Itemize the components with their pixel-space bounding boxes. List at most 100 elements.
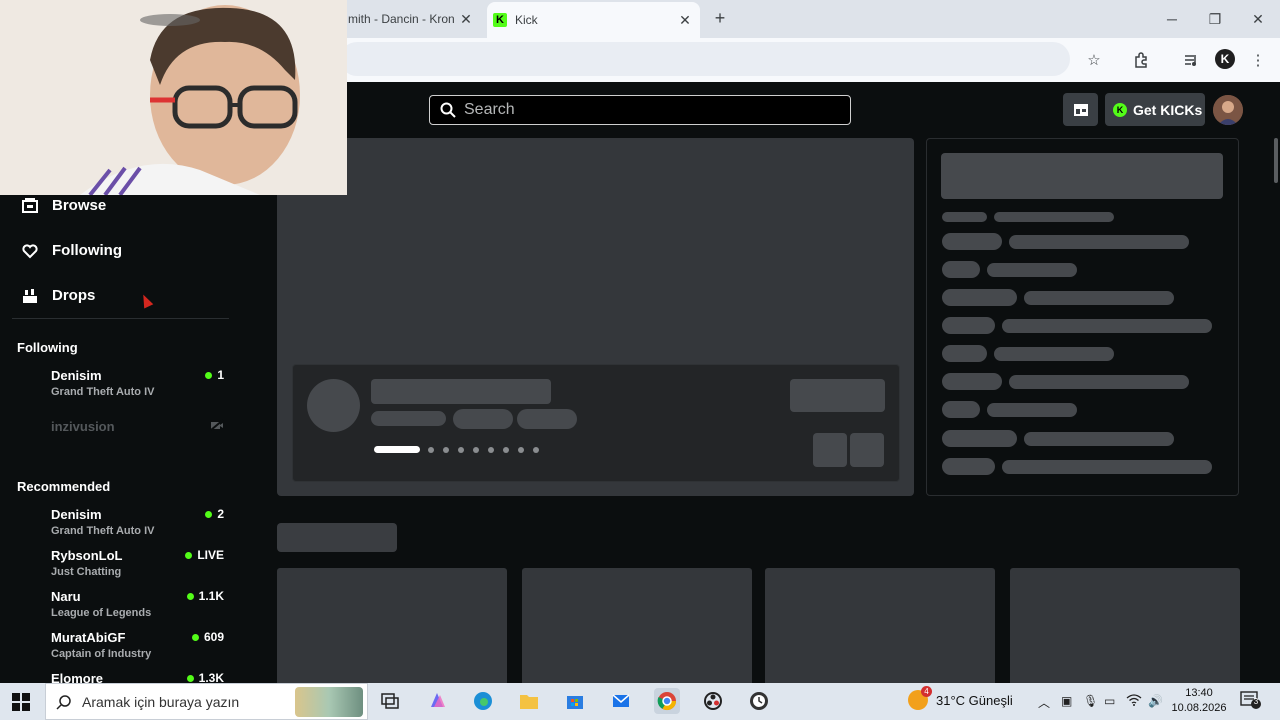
file-explorer-icon[interactable] [516,688,542,714]
microsoft-store-icon[interactable] [562,688,588,714]
media-controls-icon[interactable] [1179,48,1203,72]
stream-card-skeleton[interactable] [765,568,995,688]
new-tab-button[interactable]: + [710,8,730,28]
address-bar[interactable] [340,42,1070,76]
following-channel[interactable]: inzivusion [51,419,226,434]
carousel-dot[interactable] [533,446,539,453]
sidebar-item-label: Following [52,242,122,259]
skeleton-chat-line [1024,432,1174,446]
skeleton-chat-line [942,458,995,475]
search-icon [56,694,71,710]
stream-card-skeleton[interactable] [522,568,752,688]
viewer-count: 2 [205,507,224,521]
browser-menu-icon[interactable]: ⋮ [1246,48,1270,72]
live-dot-icon [186,674,194,682]
carousel-dot[interactable] [428,446,434,453]
drops-icon [22,288,38,304]
webcam-overlay [0,0,347,195]
skeleton-button [790,379,885,412]
skeleton-chat-line [942,317,995,334]
carousel-indicator[interactable] [374,446,548,453]
skeleton-chat-line [942,345,987,362]
user-avatar[interactable] [1213,95,1243,125]
skeleton-button [813,433,847,467]
sidebar-item-label: Drops [52,287,96,304]
battery-icon[interactable]: ▭ [1104,694,1115,708]
wifi-icon[interactable] [1126,694,1142,709]
recommended-channel[interactable]: MuratAbiGF Captain of Industry 609 [51,630,226,660]
carousel-dot[interactable] [458,446,464,453]
kicks-coin-icon: K [1113,102,1127,117]
live-dot-icon [185,551,193,559]
mail-icon[interactable] [608,688,634,714]
tab-close-icon[interactable]: ✕ [457,11,475,28]
chevron-up-icon[interactable]: ︿ [1038,694,1050,711]
skeleton-chat-line [1009,375,1189,389]
sidebar-divider [12,318,229,319]
minimize-button[interactable]: ─ [1158,8,1186,30]
viewer-count: 1.1K [186,589,224,603]
skeleton-chat-line [1002,460,1212,474]
browser-profile-avatar[interactable]: K [1215,49,1235,69]
restore-button[interactable]: ❐ [1201,8,1229,30]
clock-app-icon[interactable] [746,688,772,714]
sidebar-item-browse[interactable]: Browse [22,197,106,214]
chrome-icon[interactable] [654,688,680,714]
skeleton-chat-line [994,347,1114,361]
carousel-dot[interactable] [518,446,524,453]
windows-start-button[interactable] [12,693,30,711]
recommended-section-title: Recommended [17,479,111,494]
tab-close-icon[interactable]: ✕ [676,12,694,29]
following-section-title: Following [17,340,78,355]
skeleton-chat-line [1002,319,1212,333]
skeleton-chat-line [1024,291,1174,305]
skeleton-chat-line [942,430,1017,447]
get-kicks-button[interactable]: K Get KICKs [1105,93,1205,126]
carousel-dot[interactable] [473,446,479,453]
recommended-channel[interactable]: Naru League of Legends 1.1K [51,589,226,619]
weather-badge: 4 [921,686,932,697]
recommended-channel[interactable]: RybsonLoL Just Chatting LIVE [51,548,226,578]
volume-icon[interactable]: 🔊 [1148,694,1163,708]
carousel-dot[interactable] [503,446,509,453]
taskbar-clock[interactable]: 13:40 10.08.2026 [1170,686,1228,716]
store-button[interactable] [1063,93,1098,126]
browser-tab-music[interactable]: mith - Dancin - Kron ✕ [346,0,481,38]
search-icon [440,102,456,118]
weather-widget[interactable]: 4 31°C Güneşli [908,686,1013,710]
copilot-icon[interactable] [424,688,450,714]
following-channel[interactable]: Denisim Grand Theft Auto IV 1 [51,368,226,398]
extensions-icon[interactable] [1129,48,1153,72]
kick-favicon-icon: K [493,13,507,27]
page-scrollbar[interactable] [1274,138,1278,183]
bookmark-star-icon[interactable]: ☆ [1082,48,1106,72]
tray-app-icon[interactable]: ▣ [1061,694,1072,708]
search-input[interactable]: Search [429,95,851,125]
skeleton-tag [517,409,577,429]
task-view-icon[interactable] [377,688,403,714]
stream-card-skeleton[interactable] [277,568,507,688]
sidebar-item-drops[interactable]: Drops [22,287,95,304]
skeleton-chat-line [942,233,1002,250]
recommended-channel[interactable]: Denisim Grand Theft Auto IV 2 [51,507,226,537]
channel-category: Captain of Industry [51,648,152,660]
carousel-dot[interactable] [443,446,449,453]
channel-category: Just Chatting [51,566,122,578]
stream-card-skeleton[interactable] [1010,568,1240,688]
browse-icon [22,197,38,214]
edge-browser-icon[interactable] [470,688,496,714]
viewer-count: 1 [205,368,224,382]
notification-center-icon[interactable]: 3 [1240,690,1262,710]
weather-sun-icon: 4 [908,686,932,710]
tab-title: Kick [515,13,538,27]
channel-name: Denisim [51,507,102,522]
browser-tab-kick[interactable]: K Kick ✕ [487,2,700,38]
close-window-button[interactable]: ✕ [1244,8,1272,30]
live-dot-icon [205,510,213,518]
sidebar-item-following[interactable]: Following [22,242,122,259]
carousel-dot[interactable] [488,446,494,453]
obs-studio-icon[interactable] [700,688,726,714]
taskbar-search-input[interactable]: Aramak için buraya yazın [45,683,368,720]
microphone-icon[interactable]: 🎙 [1083,694,1098,708]
carousel-active-dot[interactable] [374,446,420,453]
